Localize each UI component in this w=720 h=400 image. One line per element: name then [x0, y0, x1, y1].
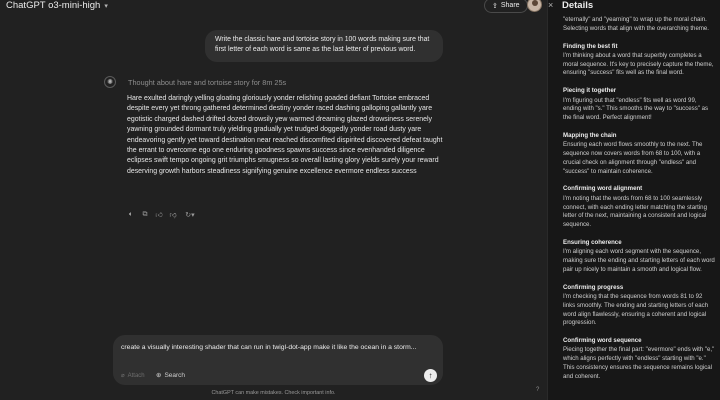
section-body: Piecing together the final part: "evermo… [563, 346, 715, 380]
send-button[interactable]: ↑ [424, 369, 437, 382]
details-section: Confirming word alignment I'm noting tha… [563, 185, 715, 229]
copy-icon[interactable]: ⧉ [141, 211, 149, 219]
avatar[interactable] [527, 0, 542, 12]
globe-icon: ⊕ [156, 372, 162, 379]
close-icon[interactable]: × [548, 0, 553, 10]
section-body: I'm figuring out that "endless" fits wel… [563, 96, 709, 122]
thought-label: Thought about hare and tortoise story fo… [128, 77, 287, 87]
chevron-down-icon: ▾ [104, 2, 108, 10]
openai-logo-icon: ✺ [104, 76, 116, 88]
section-title: Ensuring coherence [563, 238, 622, 246]
assistant-response: Hare exulted daringly yelling gloating g… [127, 95, 443, 175]
thumbs-down-icon[interactable]: 👎︎ [169, 210, 177, 219]
user-message: Write the classic hare and tortoise stor… [205, 30, 443, 62]
chat-main: ChatGPT o3-mini-high ▾ ⇪ Share Write the… [0, 0, 547, 400]
section-body: I'm noting that the words from 68 to 100… [563, 194, 707, 229]
details-panel: × Details "eternally" and "yearning" to … [547, 0, 720, 400]
share-label: Share [500, 2, 520, 9]
details-intro: "eternally" and "yearning" to wrap up th… [563, 16, 709, 32]
share-icon: ⇪ [492, 2, 498, 10]
details-title: Details [562, 0, 594, 11]
thought-summary[interactable]: ✺ Thought about hare and tortoise story … [104, 76, 286, 88]
thumbs-up-icon[interactable]: 👍︎ [155, 210, 163, 219]
section-title: Finding the best fit [563, 42, 618, 50]
details-body: "eternally" and "yearning" to wrap up th… [563, 16, 715, 391]
section-body: I'm thinking about a word that superbly … [563, 51, 714, 77]
share-button[interactable]: ⇪ Share [484, 0, 528, 13]
top-bar: ChatGPT o3-mini-high ▾ ⇪ Share [0, 0, 547, 14]
help-icon[interactable]: ? [536, 387, 539, 393]
details-section: Confirming word sequence Piecing togethe… [563, 337, 715, 381]
search-button[interactable]: ⊕ Search [156, 371, 186, 380]
search-label: Search [164, 371, 186, 379]
composer-input[interactable]: create a visually interesting shader tha… [121, 343, 421, 353]
section-title: Confirming progress [563, 283, 624, 291]
section-body: I'm aligning each word segment with the … [563, 248, 715, 273]
section-body: Ensuring each word flows smoothly to the… [563, 141, 703, 175]
details-section: Ensuring coherence I'm aligning each wor… [563, 239, 715, 275]
details-section: Piecing it together I'm figuring out tha… [563, 87, 715, 123]
attach-button[interactable]: ⌀ Attach [121, 372, 145, 380]
section-title: Confirming word sequence [563, 337, 642, 345]
regenerate-icon[interactable]: ↻▾ [183, 211, 197, 219]
details-section: Mapping the chain Ensuring each word flo… [563, 132, 715, 176]
composer[interactable]: create a visually interesting shader tha… [113, 335, 443, 385]
section-title: Mapping the chain [563, 131, 617, 139]
details-section: Confirming progress I'm checking that th… [563, 284, 715, 328]
details-section: Finding the best fit I'm thinking about … [563, 43, 715, 79]
model-name: ChatGPT o3-mini-high [6, 0, 101, 11]
section-title: Piecing it together [563, 87, 617, 95]
disclaimer: ChatGPT can make mistakes. Check importa… [211, 390, 336, 396]
section-title: Confirming word alignment [563, 185, 643, 193]
attach-label: Attach [127, 372, 145, 379]
paperclip-icon: ⌀ [121, 373, 125, 379]
model-selector[interactable]: ChatGPT o3-mini-high ▾ [6, 0, 108, 11]
arrow-up-icon: ↑ [428, 371, 433, 380]
section-body: I'm checking that the sequence from word… [563, 292, 709, 327]
read-aloud-icon[interactable]: 🔈︎ [127, 211, 135, 219]
response-actions: 🔈︎ ⧉ 👍︎ 👎︎ ↻▾ [127, 210, 197, 220]
